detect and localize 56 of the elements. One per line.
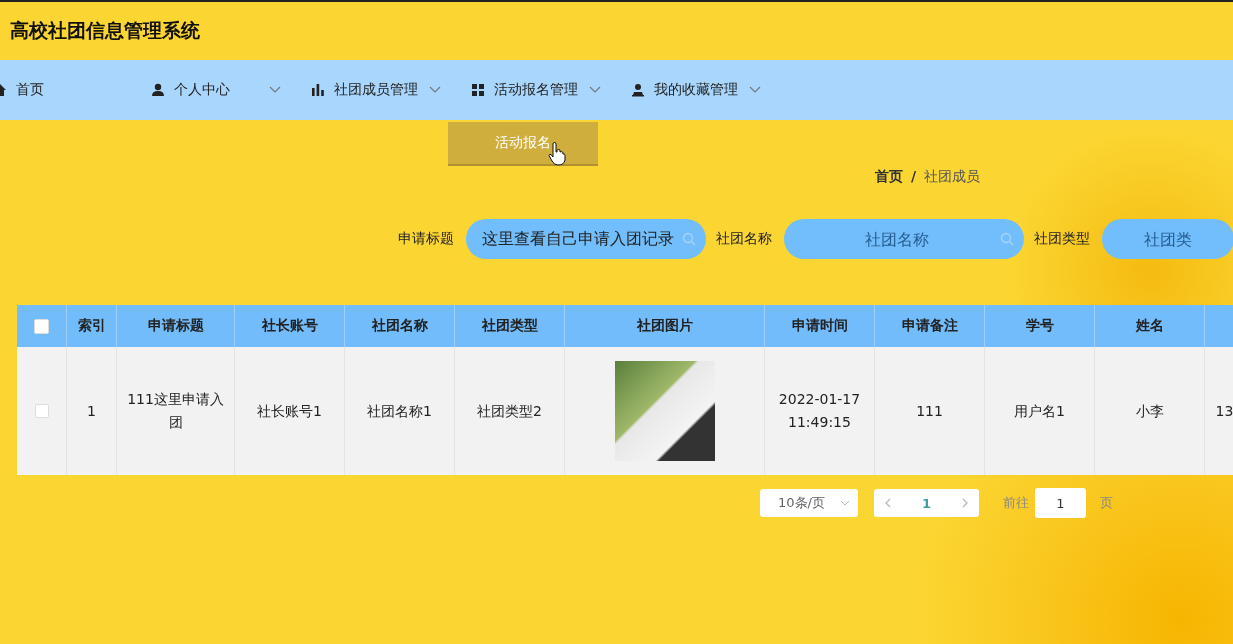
search-label: 申请标题 — [398, 230, 454, 248]
chevron-down-icon — [589, 86, 601, 94]
nav-menu-item[interactable]: 我的收藏管理 — [631, 81, 791, 99]
search-label: 社团名称 — [716, 230, 772, 248]
breadcrumb-separator: / — [910, 168, 916, 184]
breadcrumb-item[interactable]: 首页 — [874, 168, 903, 186]
table-cell: 111 — [875, 347, 985, 475]
column-header: 申请时间 — [765, 305, 875, 347]
table-cell: 社团名称1 — [345, 347, 455, 475]
chevron-down-icon — [429, 86, 441, 94]
search-label: 社团类型 — [1034, 230, 1090, 248]
app-title: 高校社团信息管理系统 — [10, 18, 200, 43]
column-header: 社长账号 — [235, 305, 345, 347]
column-header: 申请备注 — [875, 305, 985, 347]
nav-menu-item[interactable]: 活动报名管理 — [471, 81, 631, 99]
row-checkbox[interactable] — [34, 404, 49, 418]
breadcrumb-item: 社团成员 — [924, 168, 980, 186]
hand-cursor-icon — [548, 142, 566, 166]
grid-icon — [471, 83, 485, 97]
bar-chart-icon — [311, 83, 325, 97]
next-page-icon[interactable] — [962, 498, 969, 508]
table-cell: 用户名1 — [985, 347, 1095, 475]
chevron-down-icon — [269, 86, 281, 94]
search-field[interactable]: 社团名称 — [784, 219, 1024, 259]
chevron-down-icon — [840, 500, 850, 506]
goto-suffix: 页 — [1100, 494, 1113, 512]
column-header: 社团名称 — [345, 305, 455, 347]
search-icon — [1000, 232, 1014, 246]
search-icon — [682, 232, 696, 246]
select-all-checkbox[interactable] — [34, 318, 49, 334]
nav-menu-item[interactable]: 首页 — [0, 81, 151, 99]
goto-page-field[interactable]: 1 — [1035, 488, 1086, 518]
column-header: 申请标题 — [117, 305, 235, 347]
person-icon — [631, 83, 645, 97]
column-header: 社团类型 — [455, 305, 565, 347]
search-field[interactable]: 这里查看自己申请入团记录 — [466, 219, 706, 259]
column-header — [1205, 305, 1233, 347]
table-cell: 13 — [1205, 347, 1233, 475]
table-cell: 111这里申请入团 — [117, 347, 235, 475]
search-field[interactable]: 社团类 — [1102, 219, 1233, 259]
previous-page-icon[interactable] — [884, 498, 891, 508]
user-icon — [151, 83, 165, 97]
table-cell: 1 — [67, 347, 117, 475]
column-header: 社团图片 — [565, 305, 765, 347]
table-cell: 社团类型2 — [455, 347, 565, 475]
page-size-select[interactable]: 10条/页 — [760, 489, 858, 517]
column-header: 索引 — [67, 305, 117, 347]
column-header: 学号 — [985, 305, 1095, 347]
table-cell: 2022-01-17 11:49:15 — [765, 347, 875, 475]
table-cell: 小李 — [1095, 347, 1205, 475]
chevron-down-icon — [749, 86, 761, 94]
nav-menu-item[interactable]: 社团成员管理 — [311, 81, 471, 99]
table-cell: 社长账号1 — [235, 347, 345, 475]
goto-label: 前往 — [1003, 494, 1029, 512]
column-header: 姓名 — [1095, 305, 1205, 347]
nav-menu-item[interactable]: 个人中心 — [151, 81, 311, 99]
